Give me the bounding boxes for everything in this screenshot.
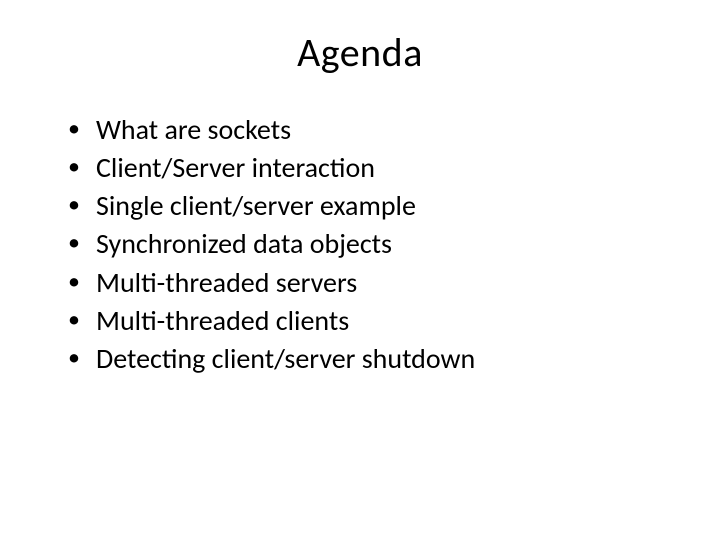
list-item-text: Client/Server interaction (96, 151, 660, 185)
list-item-text: Multi-threaded servers (96, 266, 660, 300)
list-item: • Multi-threaded servers (68, 266, 660, 300)
list-item: • Client/Server interaction (68, 151, 660, 185)
slide-title: Agenda (60, 28, 660, 77)
bullet-icon: • (68, 113, 96, 145)
bullet-icon: • (68, 227, 96, 259)
list-item: • Detecting client/server shutdown (68, 342, 660, 376)
list-item: • Single client/server example (68, 189, 660, 223)
slide: Agenda • What are sockets • Client/Serve… (0, 0, 720, 540)
list-item: • Multi-threaded clients (68, 304, 660, 338)
bullet-icon: • (68, 151, 96, 183)
bullet-icon: • (68, 189, 96, 221)
list-item-text: Single client/server example (96, 189, 660, 223)
list-item-text: Detecting client/server shutdown (96, 342, 660, 376)
bullet-list: • What are sockets • Client/Server inter… (60, 113, 660, 380)
bullet-icon: • (68, 342, 96, 374)
list-item-text: What are sockets (96, 113, 660, 147)
list-item: • Synchronized data objects (68, 227, 660, 261)
bullet-icon: • (68, 304, 96, 336)
bullet-icon: • (68, 266, 96, 298)
list-item-text: Synchronized data objects (96, 227, 660, 261)
list-item-text: Multi-threaded clients (96, 304, 660, 338)
list-item: • What are sockets (68, 113, 660, 147)
